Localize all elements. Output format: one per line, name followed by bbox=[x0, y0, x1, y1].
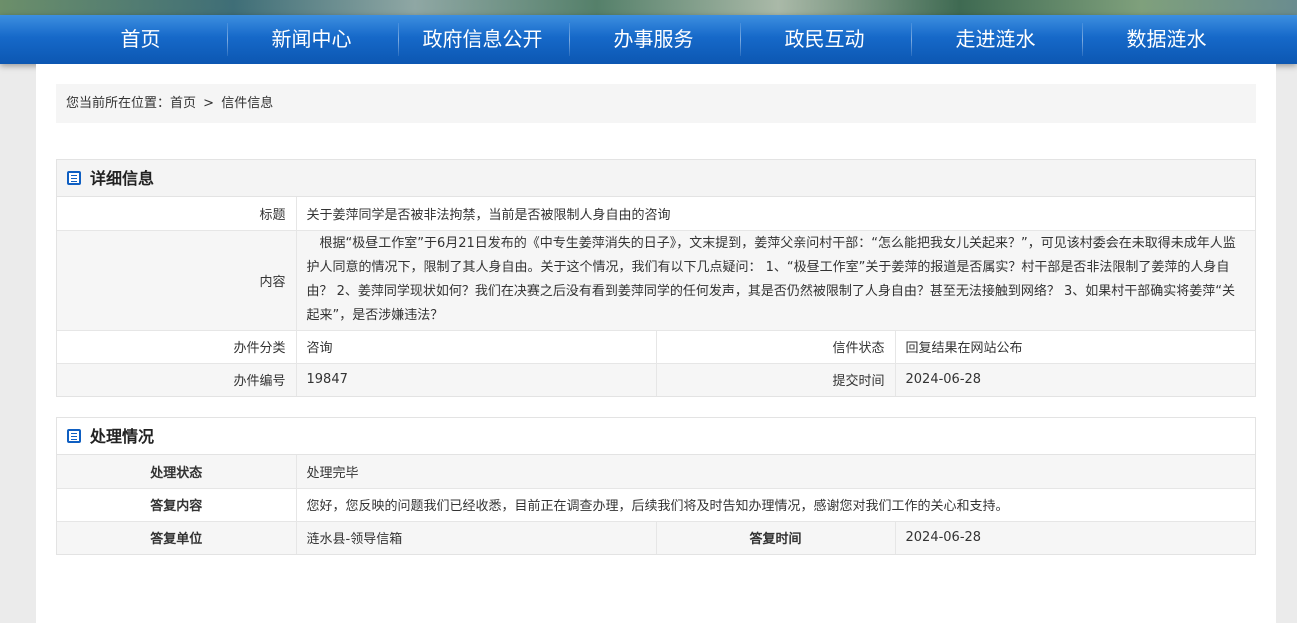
subject-value: 关于姜萍同学是否被非法拘禁，当前是否被限制人身自由的咨询 bbox=[306, 207, 671, 223]
breadcrumb: 您当前所在位置：首页 > 信件信息 bbox=[56, 84, 1256, 123]
table-row: 办件分类 咨询 信件状态 回复结果在网站公布 bbox=[57, 329, 1255, 363]
nav-item-news[interactable]: 新闻中心 bbox=[226, 15, 397, 64]
nav-item-data[interactable]: 数据涟水 bbox=[1081, 15, 1252, 64]
list-icon bbox=[67, 429, 81, 443]
content-label: 内容 bbox=[57, 229, 297, 330]
handling-table: 处理状态 处理完毕 答复内容 您好，您反映的问题我们已经收悉，目前正在调查办理，… bbox=[57, 455, 1255, 554]
submit-time-value: 2024-06-28 bbox=[895, 362, 1255, 396]
reply-time-value: 2024-06-28 bbox=[895, 520, 1255, 554]
breadcrumb-current: 信件信息 bbox=[221, 96, 274, 111]
table-row: 答复单位 涟水县-领导信箱 答复时间 2024-06-28 bbox=[57, 520, 1255, 554]
handling-state-label: 处理状态 bbox=[57, 455, 297, 488]
breadcrumb-separator: > bbox=[203, 96, 215, 111]
table-row: 标题 关于姜萍同学是否被非法拘禁，当前是否被限制人身自由的咨询 bbox=[57, 197, 1255, 230]
reply-content-value: 您好，您反映的问题我们已经收悉，目前正在调查办理，后续我们将及时告知办理情况，感… bbox=[296, 487, 1255, 521]
submit-time-label: 提交时间 bbox=[656, 362, 896, 396]
detail-table: 标题 关于姜萍同学是否被非法拘禁，当前是否被限制人身自由的咨询 内容 根据“极昼… bbox=[57, 197, 1255, 396]
breadcrumb-home-link[interactable]: 首页 bbox=[170, 96, 196, 111]
reply-unit-label: 答复单位 bbox=[57, 520, 297, 554]
letter-status-label: 信件状态 bbox=[656, 329, 896, 363]
detail-panel: 详细信息 标题 关于姜萍同学是否被非法拘禁，当前是否被限制人身自由的咨询 内容 … bbox=[56, 159, 1256, 397]
case-number-value: 19847 bbox=[296, 362, 657, 396]
category-label: 办件分类 bbox=[57, 329, 297, 363]
reply-unit-value: 涟水县-领导信箱 bbox=[296, 520, 657, 554]
category-value: 咨询 bbox=[296, 329, 657, 363]
detail-panel-title: 详细信息 bbox=[90, 169, 155, 188]
nav-item-home[interactable]: 首页 bbox=[55, 15, 226, 64]
letter-status-value: 回复结果在网站公布 bbox=[895, 329, 1255, 363]
header-banner-image bbox=[0, 0, 1297, 15]
main-nav: 首页 新闻中心 政府信息公开 办事服务 政民互动 走进涟水 数据涟水 bbox=[0, 15, 1297, 64]
content-value: 根据“极昼工作室”于6月21日发布的《中专生姜萍消失的日子》，文末提到，姜萍父亲… bbox=[296, 229, 1255, 330]
breadcrumb-prefix: 您当前所在位置： bbox=[66, 96, 171, 111]
table-row: 答复内容 您好，您反映的问题我们已经收悉，目前正在调查办理，后续我们将及时告知办… bbox=[57, 487, 1255, 521]
handling-state-value: 处理完毕 bbox=[306, 465, 359, 481]
nav-item-gov-info[interactable]: 政府信息公开 bbox=[397, 15, 568, 64]
table-row: 办件编号 19847 提交时间 2024-06-28 bbox=[57, 362, 1255, 396]
main-content: 您当前所在位置：首页 > 信件信息 详细信息 标题 关于姜萍同学是否被非法拘禁，… bbox=[36, 64, 1276, 623]
handling-panel-header: 处理情况 bbox=[57, 418, 1255, 455]
reply-content-label: 答复内容 bbox=[57, 487, 297, 521]
detail-panel-header: 详细信息 bbox=[57, 160, 1255, 197]
nav-item-services[interactable]: 办事服务 bbox=[568, 15, 739, 64]
nav-item-about[interactable]: 走进涟水 bbox=[910, 15, 1081, 64]
handling-panel-title: 处理情况 bbox=[90, 427, 155, 446]
handling-panel: 处理情况 处理状态 处理完毕 答复内容 您好，您反映的问题我们已经收悉，目前正在… bbox=[56, 417, 1256, 555]
table-row: 处理状态 处理完毕 bbox=[57, 455, 1255, 488]
list-icon bbox=[67, 171, 81, 185]
table-row: 内容 根据“极昼工作室”于6月21日发布的《中专生姜萍消失的日子》，文末提到，姜… bbox=[57, 229, 1255, 330]
nav-item-interaction[interactable]: 政民互动 bbox=[739, 15, 910, 64]
subject-label: 标题 bbox=[57, 197, 297, 230]
reply-time-label: 答复时间 bbox=[656, 520, 896, 554]
case-number-label: 办件编号 bbox=[57, 362, 297, 396]
